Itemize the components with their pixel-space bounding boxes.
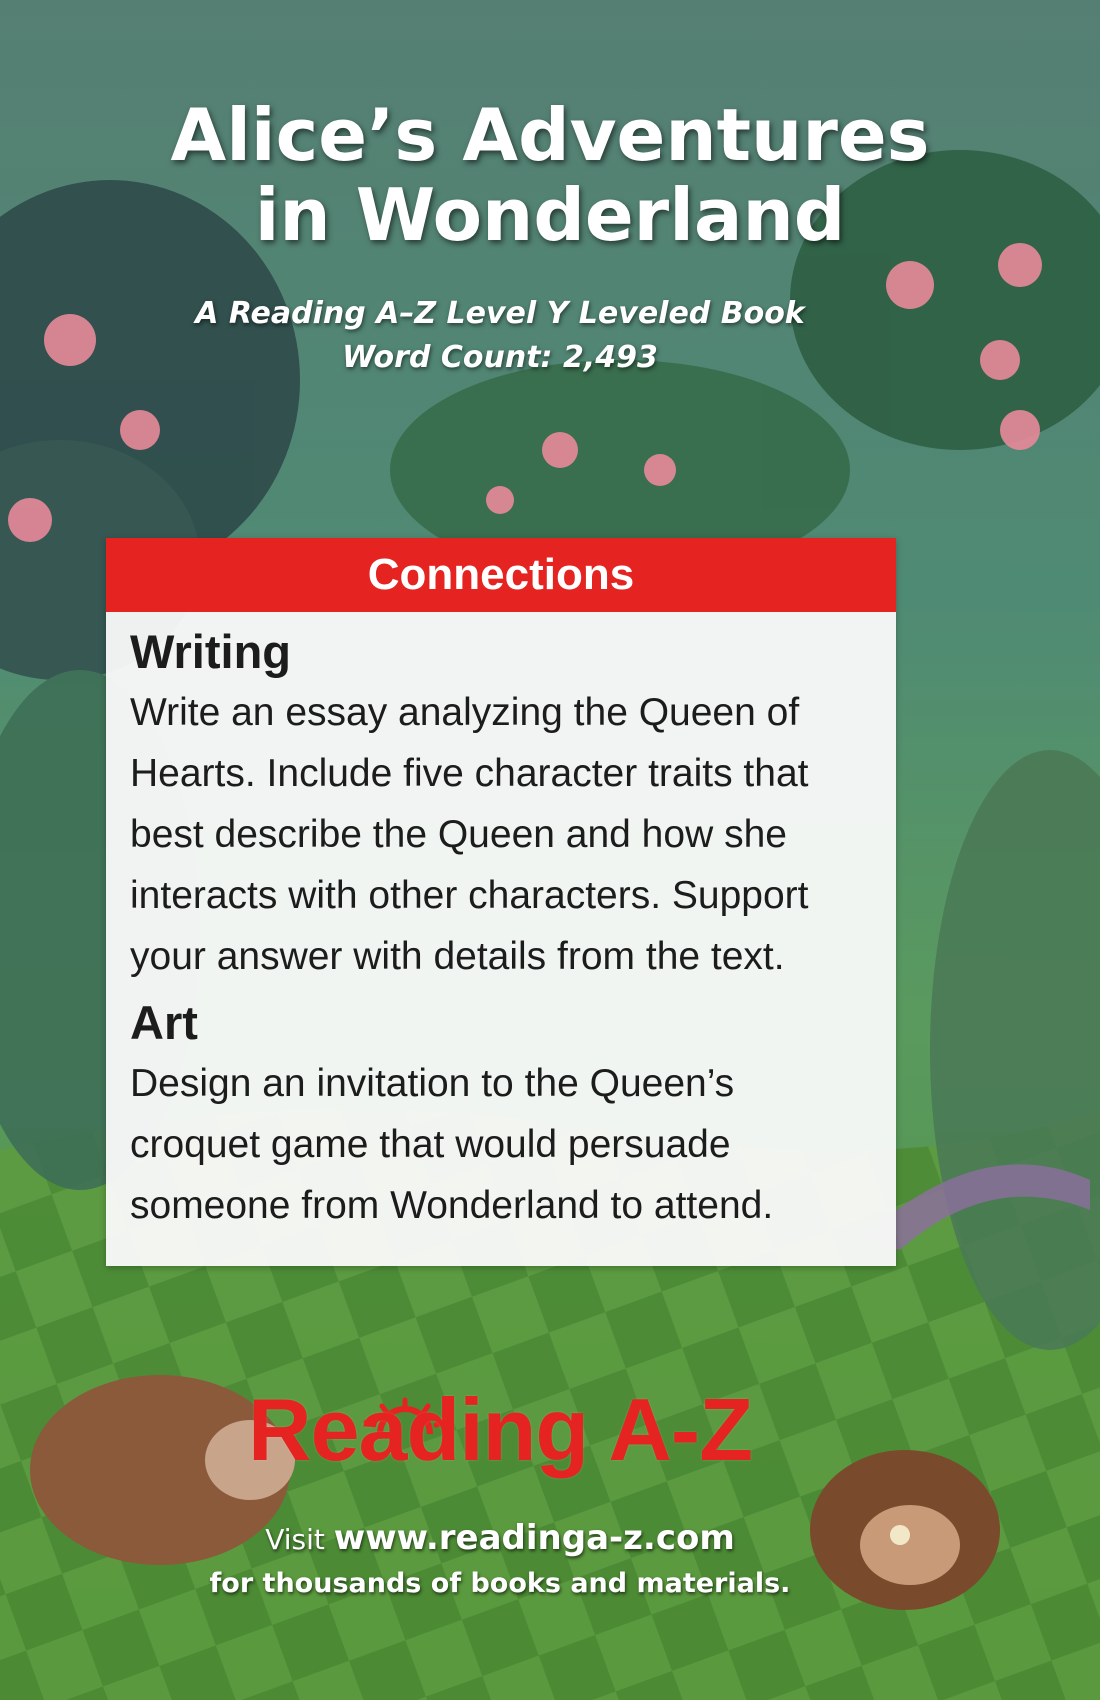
brand-logo-text: Reading A-Z xyxy=(248,1380,753,1479)
title-line-1: Alice’s Adventures xyxy=(170,93,930,177)
website-link[interactable]: www.readinga-z.com xyxy=(334,1518,735,1558)
writing-text: Write an essay analyzing the Queen of He… xyxy=(130,691,809,978)
level-line: A Reading A–Z Level Y Leveled Book xyxy=(195,296,805,331)
book-subtitle: A Reading A–Z Level Y Leveled Book Word … xyxy=(0,292,1000,380)
connections-card: Connections Writing Write an essay analy… xyxy=(106,538,896,1266)
title-line-2: in Wonderland xyxy=(254,173,846,257)
book-title: Alice’s Adventures in Wonderland xyxy=(0,95,1100,255)
connections-header: Connections xyxy=(106,538,896,612)
visit-label: Visit xyxy=(265,1523,325,1556)
word-count-line: Word Count: 2,493 xyxy=(342,340,658,375)
writing-heading: Writing xyxy=(130,625,291,678)
art-text: Design an invitation to the Queen’s croq… xyxy=(130,1062,774,1227)
connections-body: Writing Write an essay analyzing the Que… xyxy=(106,612,896,1236)
tagline: for thousands of books and materials. xyxy=(209,1568,791,1599)
book-back-cover: Alice’s Adventures in Wonderland A Readi… xyxy=(0,0,1100,1700)
visit-info: Visit www.readinga-z.com for thousands o… xyxy=(0,1516,1000,1606)
art-heading: Art xyxy=(130,996,198,1049)
